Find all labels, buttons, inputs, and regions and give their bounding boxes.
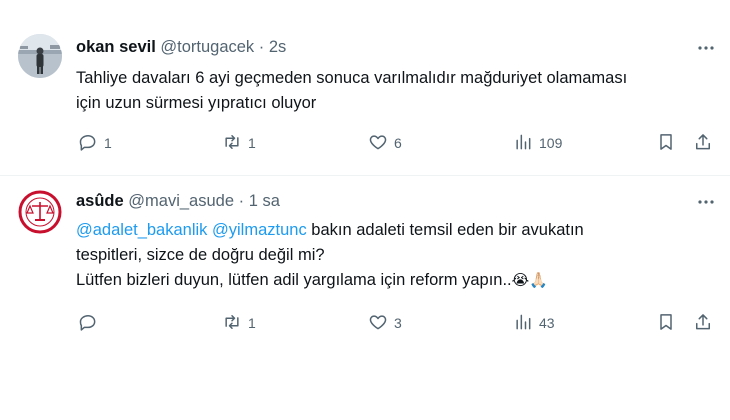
tweet-text-line: Lütfen bizleri duyun, lütfen adil yargıl… — [76, 268, 710, 293]
share-icon — [693, 132, 713, 155]
retweet-icon — [222, 312, 242, 335]
tweet-header: okan sevil @tortugacek · 2s — [76, 38, 286, 57]
reply-icon — [78, 312, 98, 335]
tweet-text-line: için uzun sürmesi yıpratıcı oluyor — [76, 94, 317, 112]
timestamp[interactable]: 2s — [269, 38, 286, 56]
retweet-count: 1 — [248, 315, 256, 331]
retweet-button[interactable]: 1 — [222, 131, 256, 155]
more-icon[interactable] — [696, 38, 716, 58]
heart-icon — [368, 312, 388, 335]
mention-link[interactable]: @adalet_bakanlik — [76, 221, 207, 239]
like-button[interactable]: 3 — [368, 311, 402, 335]
tweet-text: @adalet_bakanlik @yilmaztunc bakın adale… — [76, 218, 710, 293]
avatar[interactable] — [18, 190, 62, 234]
tweet-text-line: Tahliye davaları 6 ayi geçmeden sonuca v… — [76, 69, 628, 87]
tweet-text-line: tespitleri, sizce de doğru değil mi? — [76, 246, 325, 264]
timestamp[interactable]: 1 sa — [249, 192, 280, 210]
like-count: 3 — [394, 315, 402, 331]
views-icon — [513, 132, 533, 155]
bookmark-button[interactable] — [656, 131, 676, 155]
display-name[interactable]: okan sevil — [76, 38, 156, 56]
retweet-button[interactable]: 1 — [222, 311, 256, 335]
mention-link[interactable]: @yilmaztunc — [212, 221, 307, 239]
heart-icon — [368, 132, 388, 155]
tweet[interactable]: asûde @mavi_asude · 1 sa @adalet_bakanli… — [0, 176, 730, 420]
action-bar: 1 3 43 — [76, 311, 716, 335]
user-handle[interactable]: @mavi_asude — [128, 192, 234, 210]
action-bar: 1 1 6 109 — [76, 131, 716, 155]
separator-dot: · — [258, 38, 265, 56]
reply-button[interactable]: 1 — [78, 131, 112, 155]
views-button[interactable]: 43 — [513, 311, 555, 335]
bookmark-icon — [656, 312, 676, 335]
reply-button[interactable] — [78, 311, 104, 335]
tweet-header: asûde @mavi_asude · 1 sa — [76, 192, 280, 211]
share-button[interactable] — [693, 131, 713, 155]
more-icon[interactable] — [696, 192, 716, 212]
like-count: 6 — [394, 135, 402, 151]
display-name[interactable]: asûde — [76, 192, 124, 210]
like-button[interactable]: 6 — [368, 131, 402, 155]
share-icon — [693, 312, 713, 335]
user-handle[interactable]: @tortugacek — [160, 38, 254, 56]
tweet-text-fragment: bakın adaleti temsil eden bir avukatın — [306, 221, 584, 239]
views-button[interactable]: 109 — [513, 131, 562, 155]
avatar[interactable] — [18, 34, 62, 78]
retweet-icon — [222, 132, 242, 155]
emoji: 😭🙏🏻 — [511, 272, 548, 289]
views-count: 43 — [539, 315, 555, 331]
views-count: 109 — [539, 135, 563, 151]
reply-icon — [78, 132, 98, 155]
share-button[interactable] — [693, 311, 713, 335]
reply-count: 1 — [104, 135, 112, 151]
retweet-count: 1 — [248, 135, 256, 151]
views-icon — [513, 312, 533, 335]
tweet-text-line: @adalet_bakanlik @yilmaztunc bakın adale… — [76, 218, 710, 243]
tweet-text: Tahliye davaları 6 ayi geçmeden sonuca v… — [76, 66, 710, 116]
bookmark-button[interactable] — [656, 311, 676, 335]
bookmark-icon — [656, 132, 676, 155]
separator-dot: · — [238, 192, 245, 210]
tweet-text-fragment: Lütfen bizleri duyun, lütfen adil yargıl… — [76, 271, 512, 289]
tweet[interactable]: okan sevil @tortugacek · 2s Tahliye dava… — [0, 0, 730, 176]
